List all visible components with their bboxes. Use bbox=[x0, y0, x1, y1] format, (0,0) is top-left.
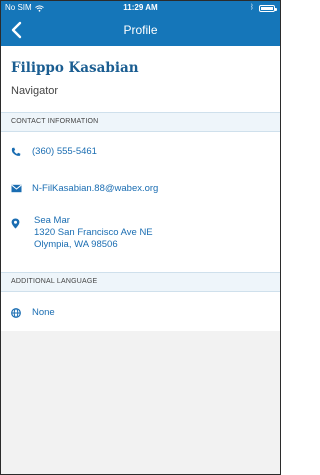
address-line-1[interactable]: Sea Mar bbox=[34, 215, 70, 227]
address-row[interactable]: Sea Mar 1320 San Francisco Ave NE Olympi… bbox=[1, 215, 280, 259]
contact-section: (360) 555-5461 N-FilKasabian.88@wabex.or… bbox=[1, 132, 280, 272]
nav-bar: Profile bbox=[1, 15, 280, 46]
status-right-icons: ᛒ bbox=[249, 4, 277, 12]
address-line-3[interactable]: Olympia, WA 98506 bbox=[34, 239, 118, 251]
phone-icon bbox=[11, 147, 21, 156]
email-address[interactable]: N-FilKasabian.88@wabex.org bbox=[32, 183, 158, 195]
language-section: None bbox=[1, 292, 280, 331]
app-screen: No SIM 11:29 AM ᛒ Profile Filippo Kasabi… bbox=[0, 0, 281, 475]
globe-icon bbox=[11, 308, 21, 318]
phone-number[interactable]: (360) 555-5461 bbox=[32, 146, 97, 158]
page-title: Profile bbox=[123, 23, 158, 37]
profile-role: Navigator bbox=[11, 85, 59, 97]
email-icon bbox=[11, 184, 22, 193]
phone-row[interactable]: (360) 555-5461 bbox=[1, 144, 280, 160]
bluetooth-icon: ᛒ bbox=[249, 4, 255, 11]
email-row[interactable]: N-FilKasabian.88@wabex.org bbox=[1, 181, 280, 197]
profile-name: Filippo Kasabian bbox=[11, 60, 139, 76]
address-line-2[interactable]: 1320 San Francisco Ave NE bbox=[34, 227, 153, 239]
status-bar: No SIM 11:29 AM ᛒ bbox=[1, 1, 280, 15]
contact-section-header: CONTACT INFORMATION bbox=[1, 112, 280, 132]
app-header: No SIM 11:29 AM ᛒ Profile bbox=[1, 1, 280, 46]
empty-background bbox=[1, 331, 280, 474]
status-time: 11:29 AM bbox=[123, 3, 158, 12]
location-pin-icon bbox=[11, 218, 20, 229]
battery-icon bbox=[259, 4, 277, 12]
language-row: None bbox=[1, 306, 280, 322]
profile-card: Filippo Kasabian Navigator bbox=[1, 46, 280, 112]
language-value: None bbox=[32, 307, 55, 318]
language-section-header: ADDITIONAL LANGUAGE bbox=[1, 272, 280, 292]
